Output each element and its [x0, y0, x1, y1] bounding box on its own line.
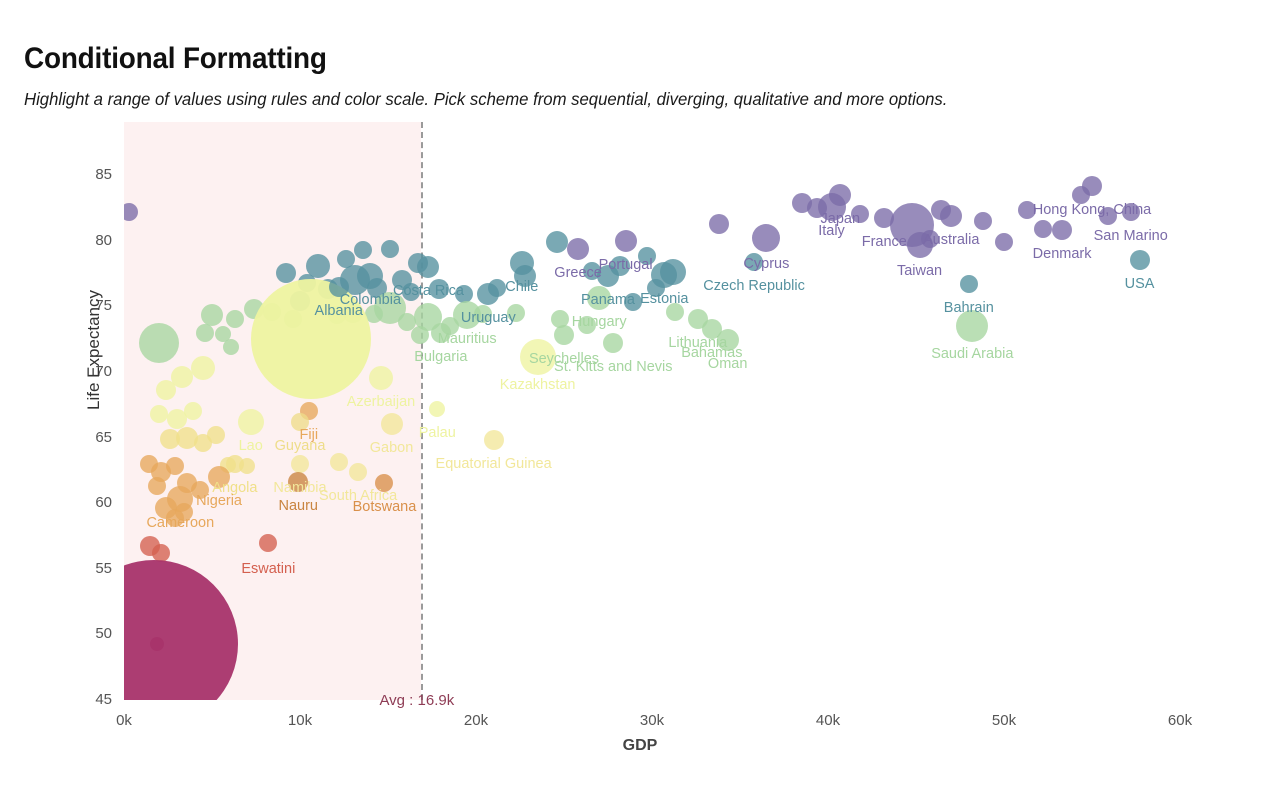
y-tick-label: 85	[95, 166, 112, 183]
bubble-label: Panama	[580, 292, 636, 309]
bubble-label: Taiwan	[896, 262, 943, 279]
bubble-label: Palau	[418, 424, 456, 441]
bubble-label: Costa Rica	[393, 282, 464, 299]
bubble-point	[614, 229, 637, 252]
bubble-label: Albania	[314, 302, 363, 319]
bubble-label: Hungary	[571, 314, 627, 331]
bubble-point	[752, 224, 781, 252]
bubble-point	[380, 413, 403, 436]
bubble-point-unlabeled	[380, 239, 399, 258]
bubble-point	[225, 454, 244, 473]
bubble-point	[651, 261, 678, 288]
bubble-point	[603, 333, 624, 353]
bubble-label: Greece	[554, 264, 602, 281]
bubble-point-unlabeled	[708, 213, 729, 234]
bubble-point	[429, 400, 446, 417]
bubble-point	[959, 274, 978, 293]
bubble-label: Mauritius	[437, 331, 497, 348]
bubble-point	[509, 250, 534, 275]
bubble-point-unlabeled	[195, 323, 214, 342]
bubble-label: Azerbaijan	[346, 394, 416, 411]
page-title: Conditional Formatting	[24, 42, 327, 75]
bubble-label: USA	[1124, 276, 1155, 293]
bubble-label: St. Kitts and Nevis	[554, 359, 673, 375]
bubble-label: Portugal	[598, 256, 653, 273]
bubble-point	[1082, 175, 1102, 196]
bubble-label: Bahrain	[943, 299, 994, 316]
bubble-label: Saudi Arabia	[931, 345, 1014, 362]
x-tick-label: 0k	[116, 712, 132, 729]
bubble-point	[483, 430, 504, 451]
bubble-point	[940, 204, 963, 227]
bubble-point-unlabeled	[1033, 219, 1052, 238]
bubble-label: Bulgaria	[414, 348, 468, 365]
bubble-label: Equatorial Guinea	[435, 456, 552, 473]
bubble-label: Eswatini	[241, 560, 296, 577]
bubble-label: Nauru	[278, 498, 318, 515]
bubble-point-unlabeled	[139, 323, 180, 363]
x-tick-label: 40k	[815, 712, 841, 729]
bubble-label: Italy	[818, 222, 845, 239]
x-tick-label: 30k	[639, 712, 665, 729]
bubble-label: Guyana	[274, 437, 326, 454]
bubble-point-unlabeled	[150, 404, 169, 423]
bubble-label: Cameroon	[146, 515, 215, 532]
page-subtitle: Highlight a range of values using rules …	[24, 89, 948, 109]
bubble-point	[349, 462, 368, 481]
bubble-label: France	[861, 234, 907, 251]
bubble-label: Botswana	[352, 499, 417, 516]
y-axis-title: Life Expectancy	[84, 290, 103, 411]
bubble-label: Cyprus	[743, 256, 790, 272]
bubble-label: San Marino	[1093, 227, 1168, 244]
bubble-label: Lao	[238, 437, 263, 454]
bubble-label: Nigeria	[196, 492, 242, 509]
average-reference-line	[421, 122, 424, 700]
bubble-point	[259, 533, 278, 552]
bubble-label: Czech Republic	[703, 277, 805, 294]
bubble-label: Gabon	[369, 440, 414, 457]
x-tick-label: 20k	[463, 712, 489, 729]
y-tick-label: 45	[95, 691, 112, 708]
x-tick-label: 10k	[287, 712, 313, 729]
bubble-label: Denmark	[1032, 246, 1092, 263]
bubble-point	[477, 283, 500, 306]
bubble-point	[417, 255, 440, 278]
bubble-label: Uruguay	[460, 310, 516, 327]
bubble-point	[1129, 250, 1150, 271]
y-tick-label: 55	[95, 559, 112, 577]
bubble-point	[1052, 220, 1073, 241]
bubble-label: Kazakhstan	[499, 377, 576, 394]
bubble-chart: Conditional Formatting Highlight a range…	[0, 0, 1280, 800]
bubble-point	[237, 408, 264, 435]
bubble-point-unlabeled	[973, 211, 992, 230]
y-tick-label: 50	[95, 625, 112, 643]
bubble-point	[567, 237, 590, 260]
y-tick-label: 60	[95, 494, 112, 512]
bubble-point-unlabeled	[183, 402, 202, 421]
average-annotation-label: Avg : 16.9k	[379, 692, 455, 710]
y-tick-label: 80	[95, 231, 112, 249]
bubble-label: Oman	[707, 356, 748, 373]
bubble-label: Estonia	[640, 290, 689, 307]
x-tick-label: 60k	[1167, 712, 1193, 729]
bubble-label: Hong Kong, China	[1032, 201, 1152, 218]
bubble-point-unlabeled	[995, 232, 1013, 251]
bubble-point-unlabeled	[206, 425, 225, 444]
x-axis-title: GDP	[622, 737, 658, 754]
bubble-point	[291, 454, 309, 473]
bubble-point-unlabeled	[191, 355, 216, 380]
bubble-label: Australia	[922, 231, 980, 248]
bubble-point-unlabeled	[545, 230, 568, 253]
x-tick-label: 50k	[991, 712, 1017, 729]
bubble-label: Chile	[505, 278, 539, 295]
